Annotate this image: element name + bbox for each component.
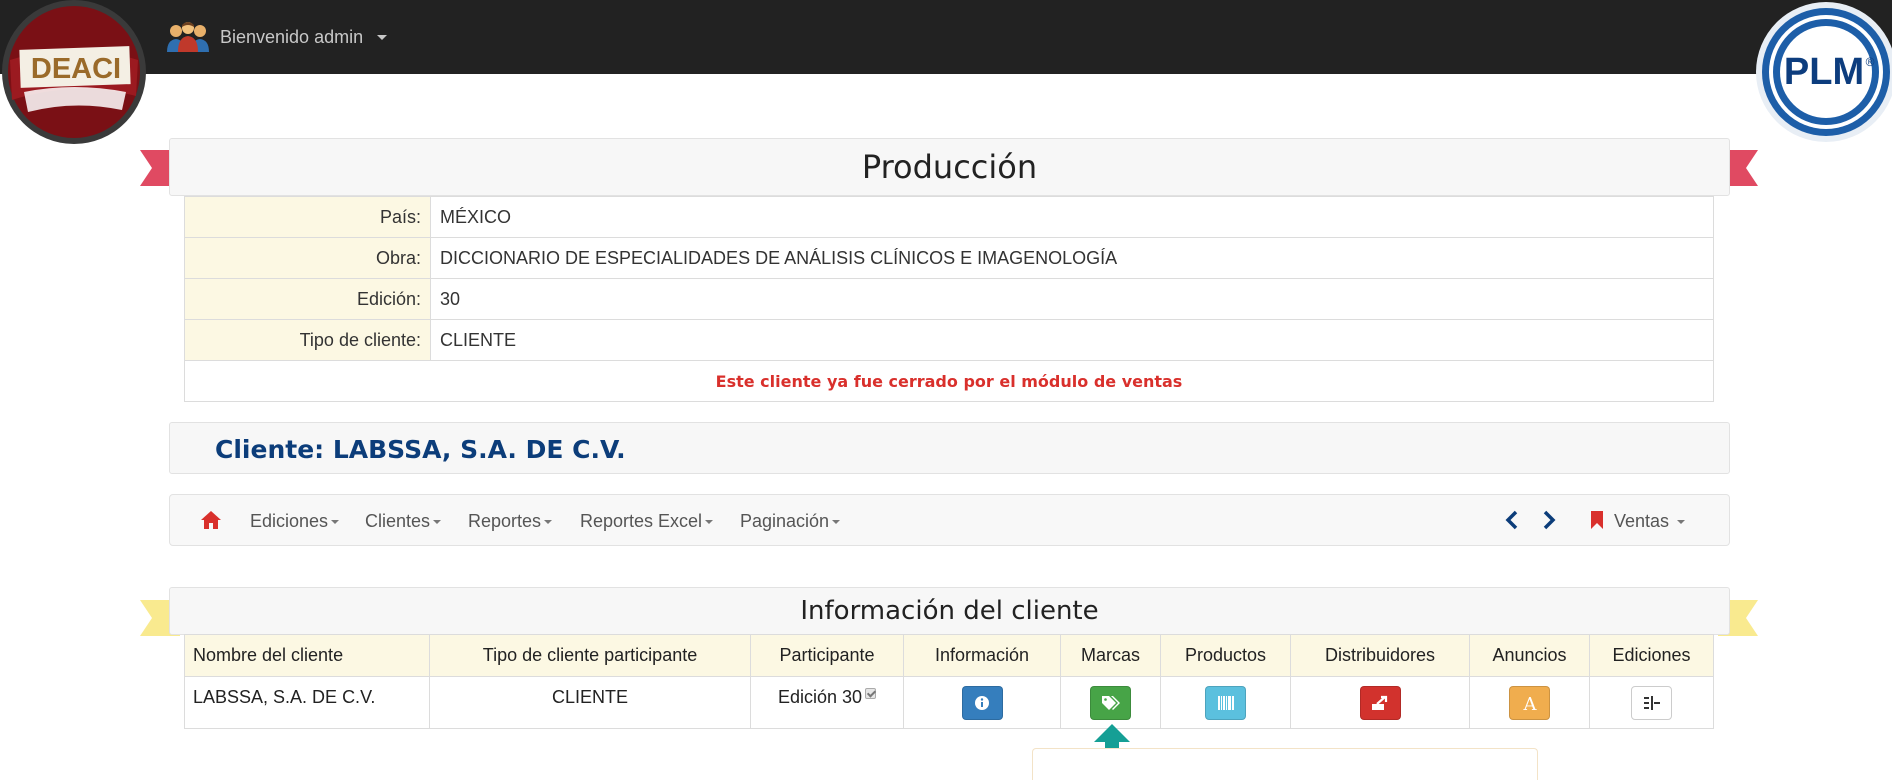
chevron-down-icon: [544, 520, 553, 525]
popover-panel: [1032, 748, 1538, 780]
table-row: Edición: 30: [184, 278, 1714, 320]
client-type-cell: CLIENTE: [429, 676, 751, 729]
column-header: Marcas: [1060, 634, 1161, 677]
main-navbar: Ediciones Clientes Reportes Reportes Exc…: [169, 494, 1730, 546]
edition-label: Edición:: [184, 278, 431, 320]
products-button[interactable]: [1205, 685, 1246, 720]
info-cell: [903, 676, 1061, 729]
column-header: Nombre del cliente: [184, 634, 430, 677]
nav-ventas[interactable]: Ventas: [1614, 511, 1686, 532]
users-icon: [164, 20, 212, 54]
ads-button[interactable]: A: [1509, 685, 1550, 720]
participant-label: Edición 30: [777, 687, 863, 707]
info-button[interactable]: [961, 685, 1003, 720]
tree-icon: [1643, 695, 1660, 710]
table-row: País: MÉXICO: [184, 196, 1714, 238]
work-label: Obra:: [184, 237, 431, 279]
welcome-label: Bienvenido admin: [220, 26, 364, 47]
distributors-button[interactable]: [1359, 685, 1401, 720]
edition-value: 30: [430, 278, 1714, 320]
chevron-down-icon: [377, 34, 388, 40]
nav-clientes-label: Clientes: [365, 511, 431, 531]
column-header: Productos: [1160, 634, 1291, 677]
client-name-cell: LABSSA, S.A. DE C.V.: [184, 676, 430, 729]
share-icon: [1372, 695, 1388, 710]
barcode-icon: [1217, 695, 1234, 710]
page-title: Producción: [169, 138, 1730, 196]
font-icon: A: [1522, 694, 1537, 712]
plm-logo: PLM ®: [1752, 0, 1892, 146]
nav-paginacion-label: Paginación: [740, 511, 830, 531]
column-header: Distribuidores: [1290, 634, 1470, 677]
participant-checkbox[interactable]: [865, 688, 877, 699]
chevron-down-icon: [832, 520, 841, 525]
nav-reportes-excel[interactable]: Reportes Excel: [580, 511, 714, 532]
svg-text:®: ®: [1866, 55, 1875, 69]
chevron-left-icon[interactable]: [1503, 509, 1521, 531]
user-menu[interactable]: Bienvenido admin: [164, 20, 388, 54]
client-type-label: Tipo de cliente:: [184, 319, 431, 361]
home-icon[interactable]: [200, 509, 222, 531]
table-row: LABSSA, S.A. DE C.V. CLIENTE Edición 30: [184, 676, 1714, 729]
client-title: Cliente: LABSSA, S.A. DE C.V.: [215, 435, 626, 464]
nav-paginacion[interactable]: Paginación: [740, 511, 841, 532]
column-header: Información: [903, 634, 1061, 677]
country-value: MÉXICO: [430, 196, 1714, 238]
nav-reportes-label: Reportes: [468, 511, 542, 531]
table-header-row: Nombre del cliente Tipo de cliente parti…: [184, 634, 1714, 677]
nav-clientes[interactable]: Clientes: [365, 511, 442, 532]
work-value: DICCIONARIO DE ESPECIALIDADES DE ANÁLISI…: [430, 237, 1714, 279]
brands-button[interactable]: [1090, 685, 1131, 720]
svg-text:DEACI: DEACI: [31, 53, 121, 85]
column-header: Ediciones: [1589, 634, 1714, 677]
client-info-table: Nombre del cliente Tipo de cliente parti…: [184, 634, 1714, 729]
country-label: País:: [184, 196, 431, 238]
closed-notice: Este cliente ya fue cerrado por el módul…: [184, 360, 1714, 402]
nav-ediciones-label: Ediciones: [250, 511, 329, 531]
chevron-right-icon[interactable]: [1540, 509, 1558, 531]
ads-cell: A: [1469, 676, 1590, 729]
column-header: Anuncios: [1469, 634, 1590, 677]
production-info-table: País: MÉXICO Obra: DICCIONARIO DE ESPECI…: [184, 196, 1714, 402]
chevron-down-icon: [433, 520, 442, 525]
section-title: Información del cliente: [169, 587, 1730, 635]
brands-cell: [1060, 676, 1161, 729]
table-row: Este cliente ya fue cerrado por el módul…: [184, 360, 1714, 402]
nav-ventas-label: Ventas: [1614, 511, 1670, 531]
editions-cell: [1589, 676, 1714, 729]
svg-text:A: A: [1522, 694, 1537, 712]
table-row: Obra: DICCIONARIO DE ESPECIALIDADES DE A…: [184, 237, 1714, 279]
svg-text:PLM: PLM: [1784, 51, 1864, 93]
nav-reportes[interactable]: Reportes: [468, 511, 553, 532]
deaci-logo: DEACI: [0, 0, 150, 146]
chevron-down-icon: [331, 520, 340, 525]
info-icon: [975, 695, 989, 710]
client-type-value: CLIENTE: [430, 319, 1714, 361]
client-name-bar: Cliente: LABSSA, S.A. DE C.V.: [169, 422, 1730, 474]
bookmark-icon: [1590, 510, 1604, 530]
tags-icon: [1101, 695, 1120, 710]
chevron-down-icon: [1677, 520, 1686, 525]
table-row: Tipo de cliente: CLIENTE: [184, 319, 1714, 361]
products-cell: [1160, 676, 1291, 729]
column-header: Tipo de cliente participante: [429, 634, 751, 677]
nav-reportes-excel-label: Reportes Excel: [580, 511, 703, 531]
participant-cell: Edición 30: [750, 676, 904, 729]
editions-button[interactable]: [1631, 685, 1672, 720]
nav-ediciones[interactable]: Ediciones: [250, 511, 340, 532]
chevron-down-icon: [705, 520, 714, 525]
distributors-cell: [1290, 676, 1470, 729]
column-header: Participante: [750, 634, 904, 677]
